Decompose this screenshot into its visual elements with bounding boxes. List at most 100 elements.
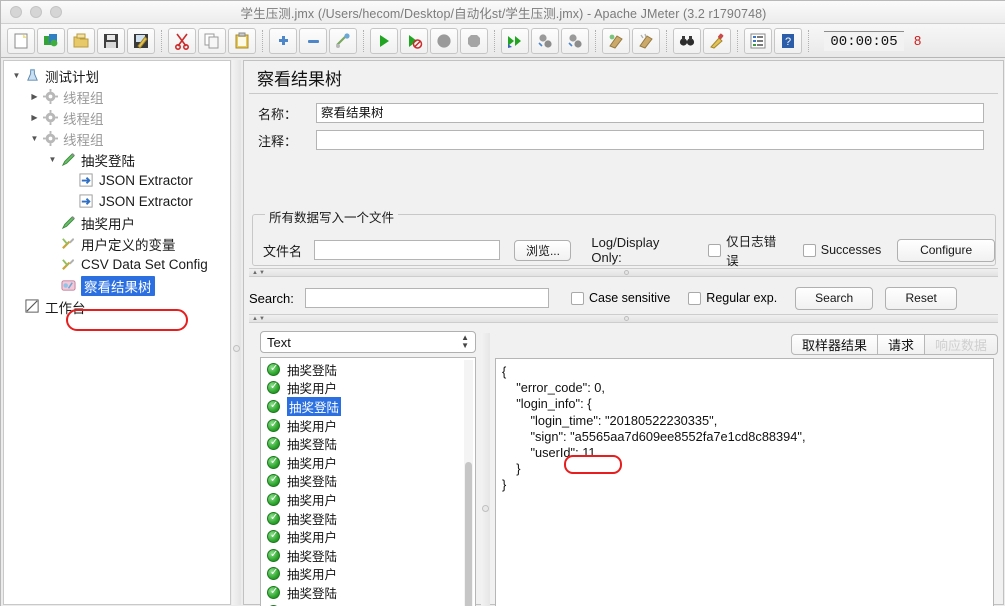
list-item[interactable]: 抽奖登陆	[261, 434, 475, 453]
remote-shutdown-all-icon[interactable]	[561, 27, 589, 54]
search-regex-checkbox[interactable]: Regular exp.	[688, 291, 777, 305]
paste-icon[interactable]	[228, 27, 256, 54]
chevron-down-icon[interactable]: ▼	[28, 134, 41, 143]
list-item[interactable]: 抽奖用户	[261, 602, 475, 606]
collapse-all-icon[interactable]	[299, 27, 327, 54]
checkbox-box[interactable]	[708, 243, 722, 257]
panel-divider-top[interactable]: ▲▼	[249, 268, 998, 277]
search-reset-icon[interactable]	[703, 27, 731, 54]
search-button[interactable]: Search	[795, 286, 874, 310]
browse-button[interactable]: 浏览...	[514, 239, 572, 261]
checkbox-box[interactable]	[802, 243, 816, 257]
new-icon[interactable]	[7, 27, 35, 54]
expand-all-icon[interactable]	[269, 27, 297, 54]
tree-node[interactable]: · 工作台	[4, 296, 230, 317]
divider-arrows-icon[interactable]: ▲▼	[252, 270, 266, 276]
test-plan-tree[interactable]: ▼ 测试计划 ▶ 线程组 ▶ 线程组 ▼ 线程组 ▼ 抽奖登陆 · JSON Extractor · JS…	[3, 60, 231, 605]
response-tabs: 取样器结果 请求 响应数据	[790, 334, 998, 355]
list-item[interactable]: 抽奖用户	[261, 379, 475, 398]
remote-start-all-icon[interactable]	[501, 27, 529, 54]
open-icon[interactable]	[67, 27, 95, 54]
clear-all-icon[interactable]	[632, 27, 660, 54]
chevron-down-icon[interactable]: ▼	[46, 155, 59, 164]
tree-node[interactable]: ▼ 线程组	[4, 128, 230, 149]
tree-node[interactable]: · JSON Extractor	[4, 170, 230, 191]
tab-3[interactable]: 响应数据	[923, 334, 998, 355]
search-icon[interactable]	[673, 27, 701, 54]
success-check-icon	[267, 566, 280, 581]
copy-icon[interactable]	[198, 27, 226, 54]
name-input[interactable]: 察看结果树	[316, 103, 984, 123]
list-item[interactable]: 抽奖登陆	[261, 546, 475, 565]
comment-input[interactable]	[316, 130, 984, 150]
results-list-scrollbar[interactable]	[464, 360, 473, 606]
minimize-button[interactable]	[30, 6, 42, 18]
error-count-badge[interactable]: 8	[914, 33, 921, 48]
list-item[interactable]: 抽奖登陆	[261, 509, 475, 528]
list-item[interactable]: 抽奖登陆	[261, 360, 475, 379]
divider-handle[interactable]	[623, 316, 629, 321]
render-type-select[interactable]: Text ▲ ▼	[260, 331, 476, 353]
list-item[interactable]: 抽奖用户	[261, 527, 475, 546]
divider-handle[interactable]	[623, 270, 629, 275]
save-icon[interactable]	[97, 27, 125, 54]
checkbox-box[interactable]	[688, 291, 702, 305]
chevron-right-icon[interactable]: ▶	[28, 92, 41, 101]
divider-arrows-icon[interactable]: ▲▼	[252, 316, 266, 322]
shutdown-icon[interactable]	[460, 27, 488, 54]
chevron-down-icon[interactable]: ▼	[10, 71, 23, 80]
start-icon[interactable]	[370, 27, 398, 54]
chevron-updown-icon[interactable]: ▲ ▼	[461, 334, 469, 350]
save-as-icon[interactable]	[127, 27, 155, 54]
panel-divider-mid[interactable]: ▲▼	[249, 314, 998, 323]
search-case-sensitive-checkbox[interactable]: Case sensitive	[571, 291, 670, 305]
tree-node[interactable]: · 察看结果树	[4, 275, 230, 296]
function-helper-icon[interactable]	[744, 27, 772, 54]
tree-node-icon	[23, 67, 42, 84]
start-no-pauses-icon[interactable]	[400, 27, 428, 54]
cut-icon[interactable]	[168, 27, 196, 54]
response-data-box[interactable]: { "error_code": 0, "login_info": { "logi…	[495, 358, 994, 606]
checkbox-box[interactable]	[571, 291, 584, 305]
tree-node[interactable]: · CSV Data Set Config	[4, 254, 230, 275]
remote-stop-all-icon[interactable]	[531, 27, 559, 54]
chevron-right-icon[interactable]: ▶	[28, 113, 41, 122]
close-button[interactable]	[10, 6, 22, 18]
zoom-button[interactable]	[50, 6, 62, 18]
tree-node[interactable]: ▶ 线程组	[4, 86, 230, 107]
stop-icon[interactable]	[430, 27, 458, 54]
list-item[interactable]: 抽奖用户	[261, 490, 475, 509]
configure-button[interactable]: Configure	[897, 238, 995, 262]
results-splitter[interactable]	[481, 333, 490, 606]
search-input[interactable]	[305, 288, 549, 308]
tab-1[interactable]: 取样器结果	[790, 334, 878, 355]
tree-node[interactable]: · 用户定义的变量	[4, 233, 230, 254]
sampler-results-list[interactable]: 抽奖登陆抽奖用户抽奖登陆抽奖用户抽奖登陆抽奖用户抽奖登陆抽奖用户抽奖登陆抽奖用户…	[260, 357, 476, 606]
reset-button[interactable]: Reset	[885, 286, 958, 310]
errors-only-checkbox[interactable]: 仅日志错误	[708, 231, 786, 269]
templates-icon[interactable]	[37, 27, 65, 54]
name-label: 名称：	[258, 106, 298, 122]
toggle-icon[interactable]	[329, 27, 357, 54]
tree-node[interactable]: ▶ 线程组	[4, 107, 230, 128]
tree-node[interactable]: ▼ 测试计划	[4, 65, 230, 86]
scrollbar-thumb[interactable]	[465, 462, 472, 606]
filename-input[interactable]	[313, 240, 501, 260]
splitter-handle[interactable]	[233, 345, 240, 352]
list-item[interactable]: 抽奖登陆	[261, 472, 475, 491]
main-splitter[interactable]	[232, 60, 241, 605]
list-item[interactable]: 抽奖登陆	[261, 396, 475, 416]
tree-node[interactable]: ▼ 抽奖登陆	[4, 149, 230, 170]
tab-2[interactable]: 请求	[876, 334, 925, 355]
list-item[interactable]: 抽奖用户	[261, 453, 475, 472]
tree-node[interactable]: · JSON Extractor	[4, 191, 230, 212]
clear-icon[interactable]	[602, 27, 630, 54]
tree-node[interactable]: · 抽奖用户	[4, 212, 230, 233]
splitter-handle[interactable]	[482, 505, 489, 512]
list-item[interactable]: 抽奖用户	[261, 565, 475, 584]
list-item[interactable]: 抽奖登陆	[261, 583, 475, 602]
successes-checkbox[interactable]: Successes	[802, 243, 881, 257]
help-icon[interactable]: ?	[774, 27, 802, 54]
tree-node-icon	[23, 298, 42, 315]
list-item[interactable]: 抽奖用户	[261, 416, 475, 435]
